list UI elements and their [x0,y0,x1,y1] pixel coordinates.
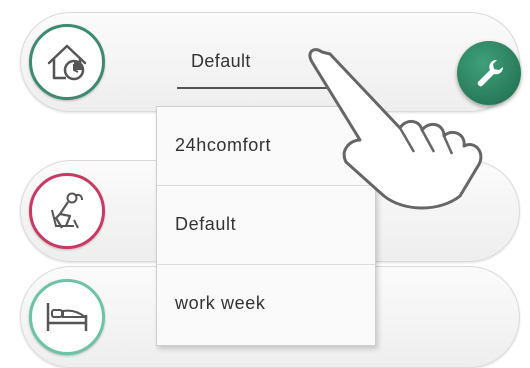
home-mode-button[interactable] [29,24,105,100]
option-label: 24hcomfort [175,135,272,155]
house-clock-icon [47,44,87,81]
option-label: work week [175,293,266,313]
bed-icon [46,303,88,331]
option-label: Default [175,214,237,234]
sleep-mode-button[interactable] [29,279,105,355]
dropdown-option-work-week[interactable]: work week [157,265,375,344]
comfort-mode-button[interactable] [29,173,105,249]
reclining-person-icon [51,192,83,229]
selector-value: Default [191,51,251,71]
hand-pointer-icon [308,48,483,210]
